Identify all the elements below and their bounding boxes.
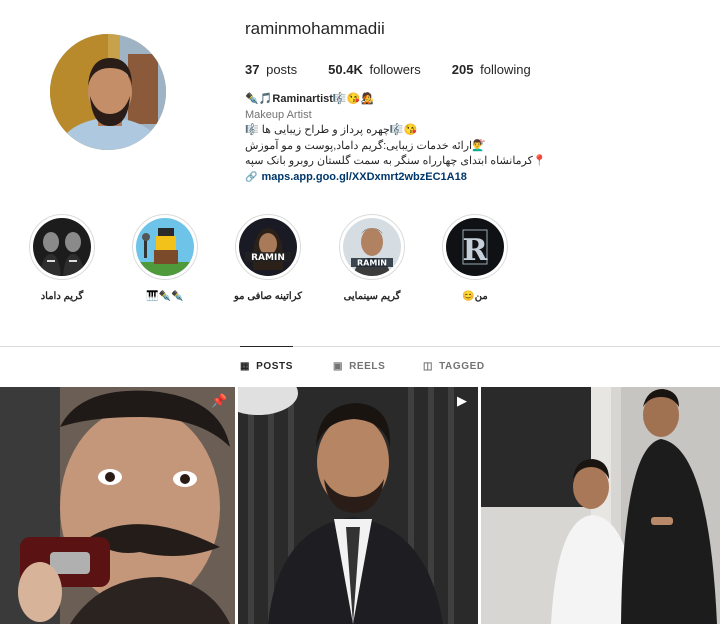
posts-count: 37 xyxy=(245,62,260,77)
story-highlights: گریم داماد 🎹✒️✒️ RAMIN کراتینه صافی مو R… xyxy=(0,214,720,314)
reels-icon: ▣ xyxy=(333,360,344,372)
svg-text:R: R xyxy=(463,233,489,268)
highlight-ring: R xyxy=(442,214,508,280)
highlight-ring: RAMIN xyxy=(235,214,301,280)
post-tile[interactable] xyxy=(481,387,720,624)
post-image xyxy=(0,387,235,624)
tab-posts[interactable]: ▦ POSTS xyxy=(240,346,293,386)
highlight-label: من😊 xyxy=(462,291,488,302)
tab-tagged[interactable]: ◫ TAGGED xyxy=(423,346,485,386)
profile-bio: ✒️🎵Raminartist🎼😘🧑‍🎤 Makeup Artist 😘🎼چهره… xyxy=(245,92,575,185)
profile-avatar[interactable] xyxy=(50,34,166,150)
highlight-lego[interactable]: 🎹✒️✒️ xyxy=(120,214,210,302)
keratin-highlight-icon: RAMIN xyxy=(239,218,297,276)
tab-tagged-label: TAGGED xyxy=(439,360,485,372)
grid-icon: ▦ xyxy=(240,361,251,372)
tab-reels-label: REELS xyxy=(349,360,386,372)
profile-tabs: ▦ POSTS ▣ REELS ◫ TAGGED xyxy=(0,346,720,386)
highlight-groom[interactable]: گریم داماد xyxy=(17,214,107,302)
link-icon: 🔗 xyxy=(245,171,258,183)
bio-line-1: 😘🎼چهره پرداز و طراح زیبایی ها 🎼 xyxy=(245,124,418,136)
cinema-highlight-icon: RAMIN xyxy=(343,218,401,276)
highlight-label: گریم داماد xyxy=(40,291,84,302)
r-logo-highlight-icon: R xyxy=(446,218,504,276)
post-image xyxy=(481,387,720,624)
svg-text:RAMIN: RAMIN xyxy=(357,259,387,268)
following-stat[interactable]: 205 following xyxy=(452,62,531,77)
reel-icon: ▶ xyxy=(457,393,467,408)
post-image xyxy=(238,387,478,624)
profile-username: raminmohammadii xyxy=(245,19,385,38)
highlight-keratin[interactable]: RAMIN کراتینه صافی مو xyxy=(223,214,313,302)
highlight-label: 🎹✒️✒️ xyxy=(146,291,184,302)
tab-reels[interactable]: ▣ REELS xyxy=(333,346,385,386)
bio-name: ✒️🎵Raminartist🎼😘🧑‍🎤 xyxy=(245,93,374,105)
highlight-cinema[interactable]: RAMIN گریم سینمایی xyxy=(327,214,417,302)
highlight-label: گریم سینمایی xyxy=(343,291,401,302)
posts-grid: 📌 ▶ xyxy=(0,387,720,624)
bio-line-3: 📍کرمانشاه ابتدای چهارراه سنگر به سمت گلس… xyxy=(245,155,547,167)
post-tile[interactable]: 📌 xyxy=(0,387,235,624)
groom-highlight-icon xyxy=(33,218,91,276)
bio-link[interactable]: 🔗 maps.app.goo.gl/XXDxmrt2wbzEC1A18 xyxy=(245,170,575,186)
following-count: 205 xyxy=(451,62,474,77)
bio-link-text: maps.app.goo.gl/XXDxmrt2wbzEC1A18 xyxy=(261,170,467,183)
highlight-ring xyxy=(132,214,198,280)
posts-label: posts xyxy=(266,62,298,77)
avatar-image xyxy=(50,34,166,150)
pin-icon: 📌 xyxy=(211,393,228,408)
followers-count: 50.4K xyxy=(328,62,363,77)
bio-line-2: 💇‍♂️ارائه خدمات زیبایی:گریم داماد,پوست و… xyxy=(245,139,486,152)
highlight-me[interactable]: R من😊 xyxy=(430,214,520,302)
highlight-ring: RAMIN xyxy=(339,214,405,280)
highlight-ring xyxy=(29,214,95,280)
profile-stats: 37 posts 50.4K followers 205 following xyxy=(245,62,531,77)
posts-stat: 37 posts xyxy=(245,62,297,77)
svg-text:RAMIN: RAMIN xyxy=(251,253,285,263)
followers-label: followers xyxy=(369,62,421,77)
tagged-icon: ◫ xyxy=(423,360,434,372)
followers-stat[interactable]: 50.4K followers xyxy=(328,62,421,77)
following-label: following xyxy=(480,62,531,77)
tab-posts-label: POSTS xyxy=(256,361,293,372)
bio-category: Makeup Artist xyxy=(245,108,312,121)
highlight-label: کراتینه صافی مو xyxy=(234,291,302,302)
lego-highlight-icon xyxy=(136,218,194,276)
post-tile[interactable]: ▶ xyxy=(238,387,478,624)
